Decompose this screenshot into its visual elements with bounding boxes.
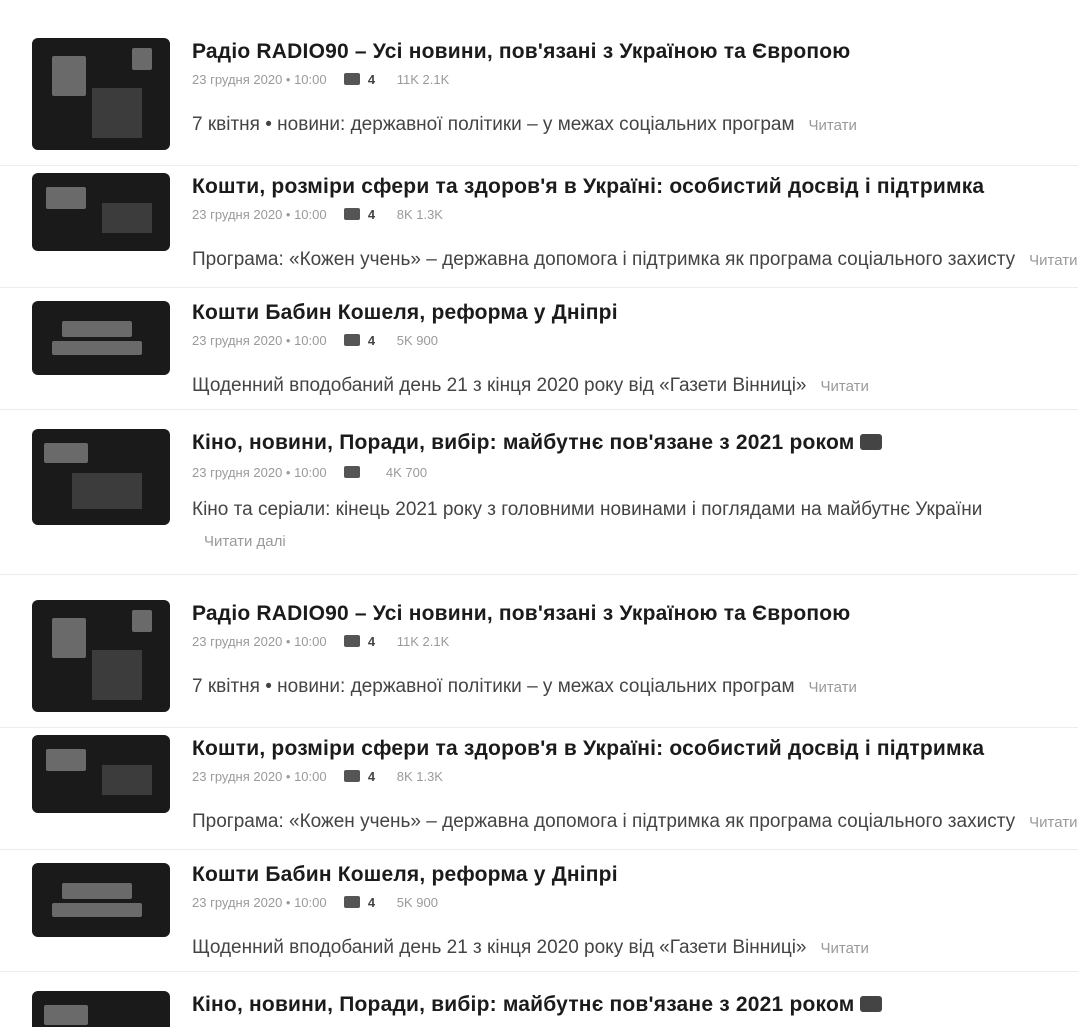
lead-text: 7 квітня • новини: державної політики – … [192,114,795,135]
article-title-text[interactable]: Кіно, новини, Поради, вибір: майбутнє по… [192,993,854,1016]
list-item[interactable]: Кіно, новини, Поради, вибір: майбутнє по… [0,409,1078,575]
read-more-link[interactable]: Читати [809,117,857,134]
article-title[interactable]: Радіо RADIO90 – Усі новини, пов'язані з … [192,602,850,626]
article-lead: Щоденний вподобаний день 21 з кінця 2020… [192,937,869,959]
comment-count: 4 [367,895,376,910]
comment-icon [344,334,361,346]
read-more-link[interactable]: Читати [1029,814,1077,831]
list-item[interactable]: Кошти, розміри сфери та здоров'я в Украї… [0,727,1078,850]
article-date: 23 грудня 2020 • 10:00 [192,465,327,480]
lead-text: Програма: «Кожен учень» – державна допом… [192,249,1016,270]
article-title[interactable]: Кіно, новини, Поради, вибір: майбутнє по… [192,431,883,455]
article-meta: 23 грудня 2020 • 10:00 4 11K 2.1K [192,634,449,649]
read-more-link[interactable]: Читати [1029,252,1077,269]
article-thumbnail[interactable] [32,735,170,813]
lead-text: Кіно та серіали: кінець 2021 року з голо… [192,499,983,520]
list-item[interactable]: Кошти, розміри сфери та здоров'я в Украї… [0,165,1078,288]
read-more-link[interactable]: Читати далі [204,533,286,550]
article-lead: 7 квітня • новини: державної політики – … [192,114,857,136]
lead-text: Програма: «Кожен учень» – державна допом… [192,811,1016,832]
lead-text: Щоденний вподобаний день 21 з кінця 2020… [192,937,807,958]
read-more-link[interactable]: Читати [821,940,869,957]
read-more-link[interactable]: Читати [821,378,869,395]
comment-icon [344,635,361,647]
article-lead: Кіно та серіали: кінець 2021 року з голо… [192,499,982,521]
article-meta: 23 грудня 2020 • 10:00 4 5K 900 [192,333,438,348]
article-date: 23 грудня 2020 • 10:00 [192,72,327,87]
article-date: 23 грудня 2020 • 10:00 [192,895,327,910]
comment-icon [344,770,361,782]
article-title[interactable]: Кошти Бабин Кошеля, реформа у Дніпрі [192,301,618,325]
article-meta: 23 грудня 2020 • 10:00 4 8K 1.3K [192,769,443,784]
view-count: 8K 1.3K [396,769,443,784]
article-thumbnail[interactable] [32,429,170,525]
list-item[interactable]: Кіно, новини, Поради, вибір: майбутнє по… [0,971,1078,1027]
list-item[interactable]: Кошти Бабин Кошеля, реформа у Дніпрі 23 … [0,287,1078,410]
list-item[interactable]: Кошти Бабин Кошеля, реформа у Дніпрі 23 … [0,849,1078,972]
article-thumbnail[interactable] [32,600,170,712]
article-date: 23 грудня 2020 • 10:00 [192,333,327,348]
comment-icon [344,73,361,85]
article-meta: 23 грудня 2020 • 10:00 4 8K 1.3K [192,207,443,222]
article-date: 23 грудня 2020 • 10:00 [192,769,327,784]
article-thumbnail[interactable] [32,863,170,937]
list-item[interactable]: Радіо RADIO90 – Усі новини, пов'язані з … [0,592,1078,728]
view-count: 11K 2.1K [396,72,450,87]
view-count: 5K 900 [396,895,438,910]
article-title[interactable]: Радіо RADIO90 – Усі новини, пов'язані з … [192,40,850,64]
lead-text: 7 квітня • новини: державної політики – … [192,676,795,697]
article-title-text[interactable]: Кіно, новини, Поради, вибір: майбутнє по… [192,431,854,454]
article-date: 23 грудня 2020 • 10:00 [192,634,327,649]
comment-icon [344,208,361,220]
article-lead: 7 квітня • новини: державної політики – … [192,676,857,698]
view-count: 8K 1.3K [396,207,443,222]
list-item[interactable]: Радіо RADIO90 – Усі новини, пов'язані з … [0,30,1078,166]
article-meta: 23 грудня 2020 • 10:00 4 5K 900 [192,895,438,910]
news-feed: Радіо RADIO90 – Усі новини, пов'язані з … [0,0,1078,1027]
view-count: 4K 700 [385,465,428,480]
comment-icon [344,466,361,478]
article-thumbnail[interactable] [32,38,170,150]
article-thumbnail[interactable] [32,991,170,1027]
view-count: 5K 900 [396,333,438,348]
video-icon [860,434,883,450]
article-lead: Програма: «Кожен учень» – державна допом… [192,249,1077,271]
view-count: 11K 2.1K [396,634,450,649]
article-title[interactable]: Кошти, розміри сфери та здоров'я в Украї… [192,175,984,199]
article-lead: Програма: «Кожен учень» – державна допом… [192,811,1077,833]
comment-count: 4 [367,634,376,649]
comment-count: 4 [367,333,376,348]
video-icon [860,996,883,1012]
article-lead: Щоденний вподобаний день 21 з кінця 2020… [192,375,869,397]
read-more-link[interactable]: Читати [809,679,857,696]
comment-icon [344,896,361,908]
comment-count: 4 [367,72,376,87]
comment-count: 4 [367,769,376,784]
article-title[interactable]: Кошти Бабин Кошеля, реформа у Дніпрі [192,863,618,887]
article-meta: 23 грудня 2020 • 10:00 4 11K 2.1K [192,72,449,87]
lead-text: Щоденний вподобаний день 21 з кінця 2020… [192,375,807,396]
article-title[interactable]: Кошти, розміри сфери та здоров'я в Украї… [192,737,984,761]
article-title[interactable]: Кіно, новини, Поради, вибір: майбутнє по… [192,993,883,1017]
article-thumbnail[interactable] [32,173,170,251]
article-meta: 23 грудня 2020 • 10:00 4K 700 [192,465,427,480]
comment-count: 4 [367,207,376,222]
article-thumbnail[interactable] [32,301,170,375]
article-date: 23 грудня 2020 • 10:00 [192,207,327,222]
